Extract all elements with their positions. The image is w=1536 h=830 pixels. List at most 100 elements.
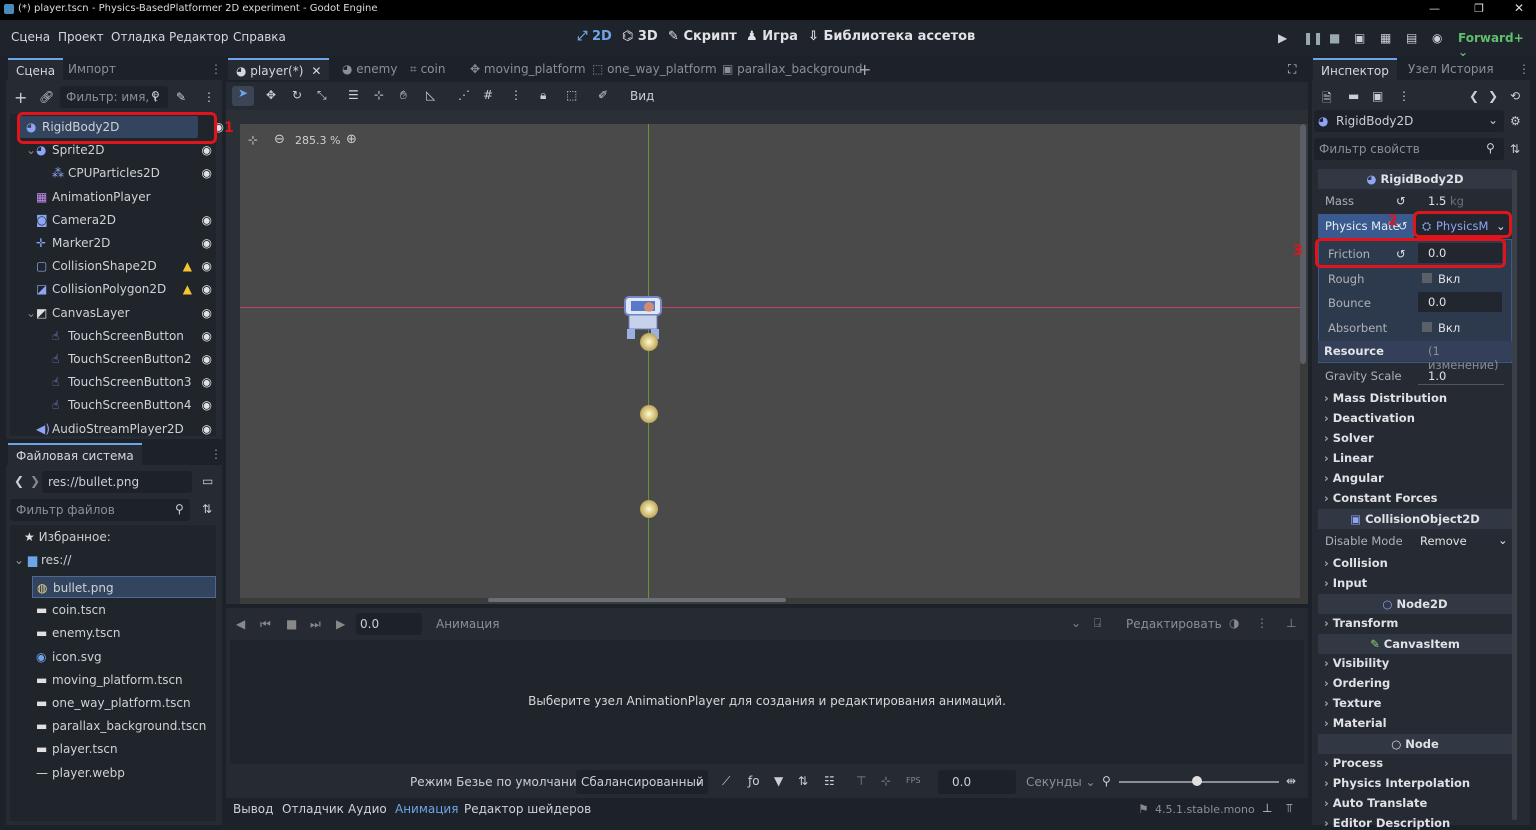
gravity-scale-field[interactable]: 1.0 [1418,365,1504,385]
h-scrollbar[interactable] [488,598,786,602]
history-back-icon[interactable]: ❮ [1469,89,1479,103]
object-selector[interactable]: ◕ RigidBody2D ⌄ [1314,110,1504,132]
viewport[interactable]: -150-100-50050100150200250 -50050100 ⊹ ⊖… [226,110,1459,653]
grid-snap-icon[interactable]: # [483,88,493,102]
tab-scene[interactable]: Сцена [8,58,64,80]
menu-dots-icon[interactable]: ⋮ [1518,62,1530,76]
tab-inspector[interactable]: Инспектор [1313,58,1397,80]
dots-icon[interactable]: ⋮ [1398,89,1410,103]
file-item[interactable]: ▬ one_way_platform.tscn [32,692,232,714]
section-rigidbody2d[interactable]: ◕ RigidBody2D [1318,169,1512,189]
group-icon[interactable]: ⬚ [566,88,577,102]
scene-tab-2[interactable]: ⌗ coin [402,58,453,80]
physics-material-row[interactable]: Physics Mate ↺ [1318,214,1414,238]
res-root[interactable]: ⌄ ▆ res:// [14,553,71,567]
center-view-icon[interactable]: ⊹ [248,133,258,147]
visibility-eye-icon[interactable]: ◉ [202,418,212,440]
group-constant-forces[interactable]: › Constant Forces [1324,491,1438,505]
visibility-eye-icon[interactable]: ◉ [202,278,212,300]
movie-maker-icon[interactable]: ◉ [1432,31,1442,45]
back-icon[interactable]: ❮ [14,474,24,488]
visibility-eye-icon[interactable]: ◉ [202,209,212,231]
fit-icon[interactable]: ⇹ [1286,774,1296,788]
group-collision[interactable]: › Collision [1324,556,1388,570]
visibility-eye-icon[interactable]: ◉ [202,325,212,347]
play-icon[interactable]: ▶ [336,617,345,631]
file-item[interactable]: — player.webp [32,762,232,784]
animation-select[interactable]: Анимация [436,617,499,631]
snap-options-icon[interactable]: ⋮ [510,88,522,102]
absorbent-checkbox[interactable]: Вкл [1418,317,1502,337]
menu-editor[interactable]: Редактор [169,30,228,44]
main-assetlib-button[interactable]: ⇩ Библиотека ассетов [808,29,975,44]
file-filter-input[interactable]: Фильтр файлов ⚲ [10,499,190,521]
menu-dots-icon[interactable]: ⋮ [210,447,222,461]
inspector-scrollbar[interactable] [1512,170,1517,820]
expand-arrow-icon[interactable]: ⌄ [26,302,36,324]
group-ordering[interactable]: › Ordering [1324,676,1390,690]
bezier-icon[interactable]: ⟋ [722,774,730,789]
pin-icon[interactable]: ⊥ [1262,801,1272,815]
tab-import[interactable]: Импорт [60,58,124,80]
notification-icon[interactable]: ⚑ [1138,802,1149,816]
visibility-eye-icon[interactable]: ◉ [202,394,212,416]
select-tool-icon[interactable]: ➤ [232,86,254,106]
zoom-slider-handle[interactable] [1192,776,1202,786]
scale-tool-icon[interactable]: ⤡ [317,88,327,103]
zoom-icon[interactable]: ⚲ [1102,774,1111,788]
property-filter-input[interactable]: Фильтр свойств ⚲ [1314,138,1504,160]
stop-icon[interactable]: ■ [286,617,297,631]
scene-node-collisionshape2d[interactable]: ▢ CollisionShape2D ▲ ◉ [18,255,218,277]
menu-help[interactable]: Справка [233,30,286,44]
group-linear[interactable]: › Linear [1324,451,1373,465]
close-tab-icon[interactable]: ✕ [311,64,321,78]
minimize-icon[interactable]: — [1429,2,1440,15]
expand-icon[interactable]: ⫪ [1286,801,1293,816]
play-start-icon[interactable]: ⏭ [310,617,321,632]
step-field[interactable]: 0.0 [938,770,1016,794]
section-collisionobject2d[interactable]: ▣ CollisionObject2D [1318,509,1512,529]
move-tool-icon[interactable]: ✥ [266,88,276,102]
group-auto-translate[interactable]: › Auto Translate [1324,796,1427,810]
file-item[interactable]: ◉ icon.svg [32,646,232,668]
play-backwards-start-icon[interactable]: ⏮ [260,617,271,632]
tab-debugger[interactable]: Отладчик [282,802,344,816]
scene-node-touchscreenbutton[interactable]: ☝ TouchScreenButton ◉ [18,325,218,347]
inspector-settings-icon[interactable]: ⚙ [1510,114,1521,128]
filter-icon[interactable]: ▼ [774,774,783,788]
rough-checkbox[interactable]: Вкл [1418,268,1502,288]
scene-node-cpuparticles2d[interactable]: ⁂ CPUParticles2D ◉ [18,162,218,184]
visibility-eye-icon[interactable]: ◉ [202,371,212,393]
main-2d-button[interactable]: ⤢ 2D [577,29,612,44]
maximize-icon[interactable]: ❐ [1474,2,1484,15]
scene-node-marker2d[interactable]: ✛ Marker2D ◉ [18,232,218,254]
function-icon[interactable]: ƒo [748,774,760,788]
scene-tab-4[interactable]: ⬚ one_way_platform [584,58,725,80]
scene-node-animationplayer[interactable]: ▦ AnimationPlayer [18,186,218,208]
file-item[interactable]: ▬ parallax_background.tscn [32,715,232,737]
file-item[interactable]: ◍ bullet.png [32,576,216,598]
pin-icon[interactable]: ⊥ [1286,616,1296,630]
section-node2d[interactable]: ○ Node2D [1318,594,1512,614]
scene-node-collisionpolygon2d[interactable]: ◪ CollisionPolygon2D ▲ ◉ [18,278,218,300]
tab-filesystem[interactable]: Файловая система [8,443,142,465]
scene-tab-3[interactable]: ✥ moving_platform [462,58,594,80]
forward-icon[interactable]: ❯ [30,474,40,488]
bezier-mode-select[interactable]: Сбалансированный ⌄ [576,770,708,794]
new-resource-icon[interactable]: 🗎︎ [1322,89,1332,110]
snap-icon[interactable]: ⊤ [856,774,866,788]
scene-tab-0[interactable]: ◕ player(*) ✕ [228,58,330,80]
path-field[interactable]: res://bullet.png [42,471,192,493]
snap2-icon[interactable]: ⊹ [881,774,891,788]
split-view-icon[interactable]: ▭ [202,474,213,488]
warning-icon[interactable]: ▲ [183,255,192,277]
ruler-tool-icon[interactable]: ◺ [426,88,435,102]
group-physics-interpolation[interactable]: › Physics Interpolation [1324,776,1470,790]
file-item[interactable]: ▬ moving_platform.tscn [32,669,232,691]
visibility-eye-icon[interactable]: ◉ [202,232,212,254]
anim-time-field[interactable]: 0.0 [356,613,422,635]
group-material[interactable]: › Material [1324,716,1387,730]
unit-select[interactable]: Секунды ⌄ [1026,775,1096,789]
revert-icon[interactable]: ↺ [1398,219,1408,233]
sort-icon[interactable]: ⇅ [1510,142,1520,156]
